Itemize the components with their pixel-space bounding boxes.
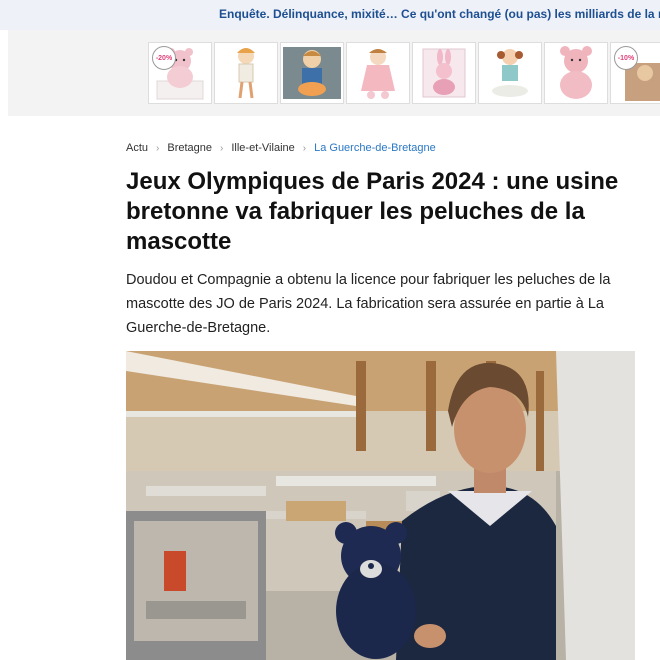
top-banner-link[interactable]: Enquête. Délinquance, mixité… Ce qu'ont … [219, 7, 660, 21]
ad-item-pink-bunny-box[interactable] [412, 42, 476, 104]
breadcrumb-item-actu[interactable]: Actu [126, 142, 148, 154]
pink-teddy-bear-image [560, 46, 592, 99]
rag-doll-plush-image [492, 49, 528, 97]
ad-item-pink-teddy[interactable] [544, 42, 608, 104]
article-title: Jeux Olympiques de Paris 2024 : une usin… [126, 168, 619, 255]
chevron-right-icon: › [156, 142, 160, 154]
article-lead: Doudou et Compagnie a obtenu la licence … [126, 272, 611, 336]
factory-photo-image [126, 351, 635, 660]
ad-strip: -20% -10% [8, 30, 660, 116]
girl-doll-plush-image [237, 48, 255, 99]
ad-item-bunny-doll[interactable] [346, 42, 410, 104]
ad-item-boy-doll[interactable] [280, 42, 344, 104]
chevron-right-icon: › [302, 142, 307, 154]
pink-bunny-box-image [422, 48, 466, 98]
breadcrumb-item-ille-et-vilaine[interactable]: Ille-et-Vilaine [231, 142, 294, 154]
ad-item-partial[interactable]: -10% [610, 42, 660, 104]
breadcrumb: Actu › Bretagne › Ille-et-Vilaine › La G… [126, 142, 436, 154]
top-banner: Enquête. Délinquance, mixité… Ce qu'ont … [0, 0, 660, 30]
breadcrumb-item-bretagne[interactable]: Bretagne [167, 142, 212, 154]
ad-item-girl-doll[interactable] [214, 42, 278, 104]
ad-discount-badge: -20% [152, 46, 176, 70]
ad-discount-badge: -10% [614, 46, 638, 70]
ad-item-rag-doll[interactable] [478, 42, 542, 104]
article-photo[interactable] [126, 351, 635, 660]
boy-doll-plush-image [283, 47, 341, 99]
breadcrumb-item-la-guerche[interactable]: La Guerche-de-Bretagne [314, 142, 436, 154]
bunny-doll-plush-image [361, 49, 395, 99]
ad-item-pink-bear[interactable]: -20% [148, 42, 212, 104]
chevron-right-icon: › [220, 142, 224, 154]
